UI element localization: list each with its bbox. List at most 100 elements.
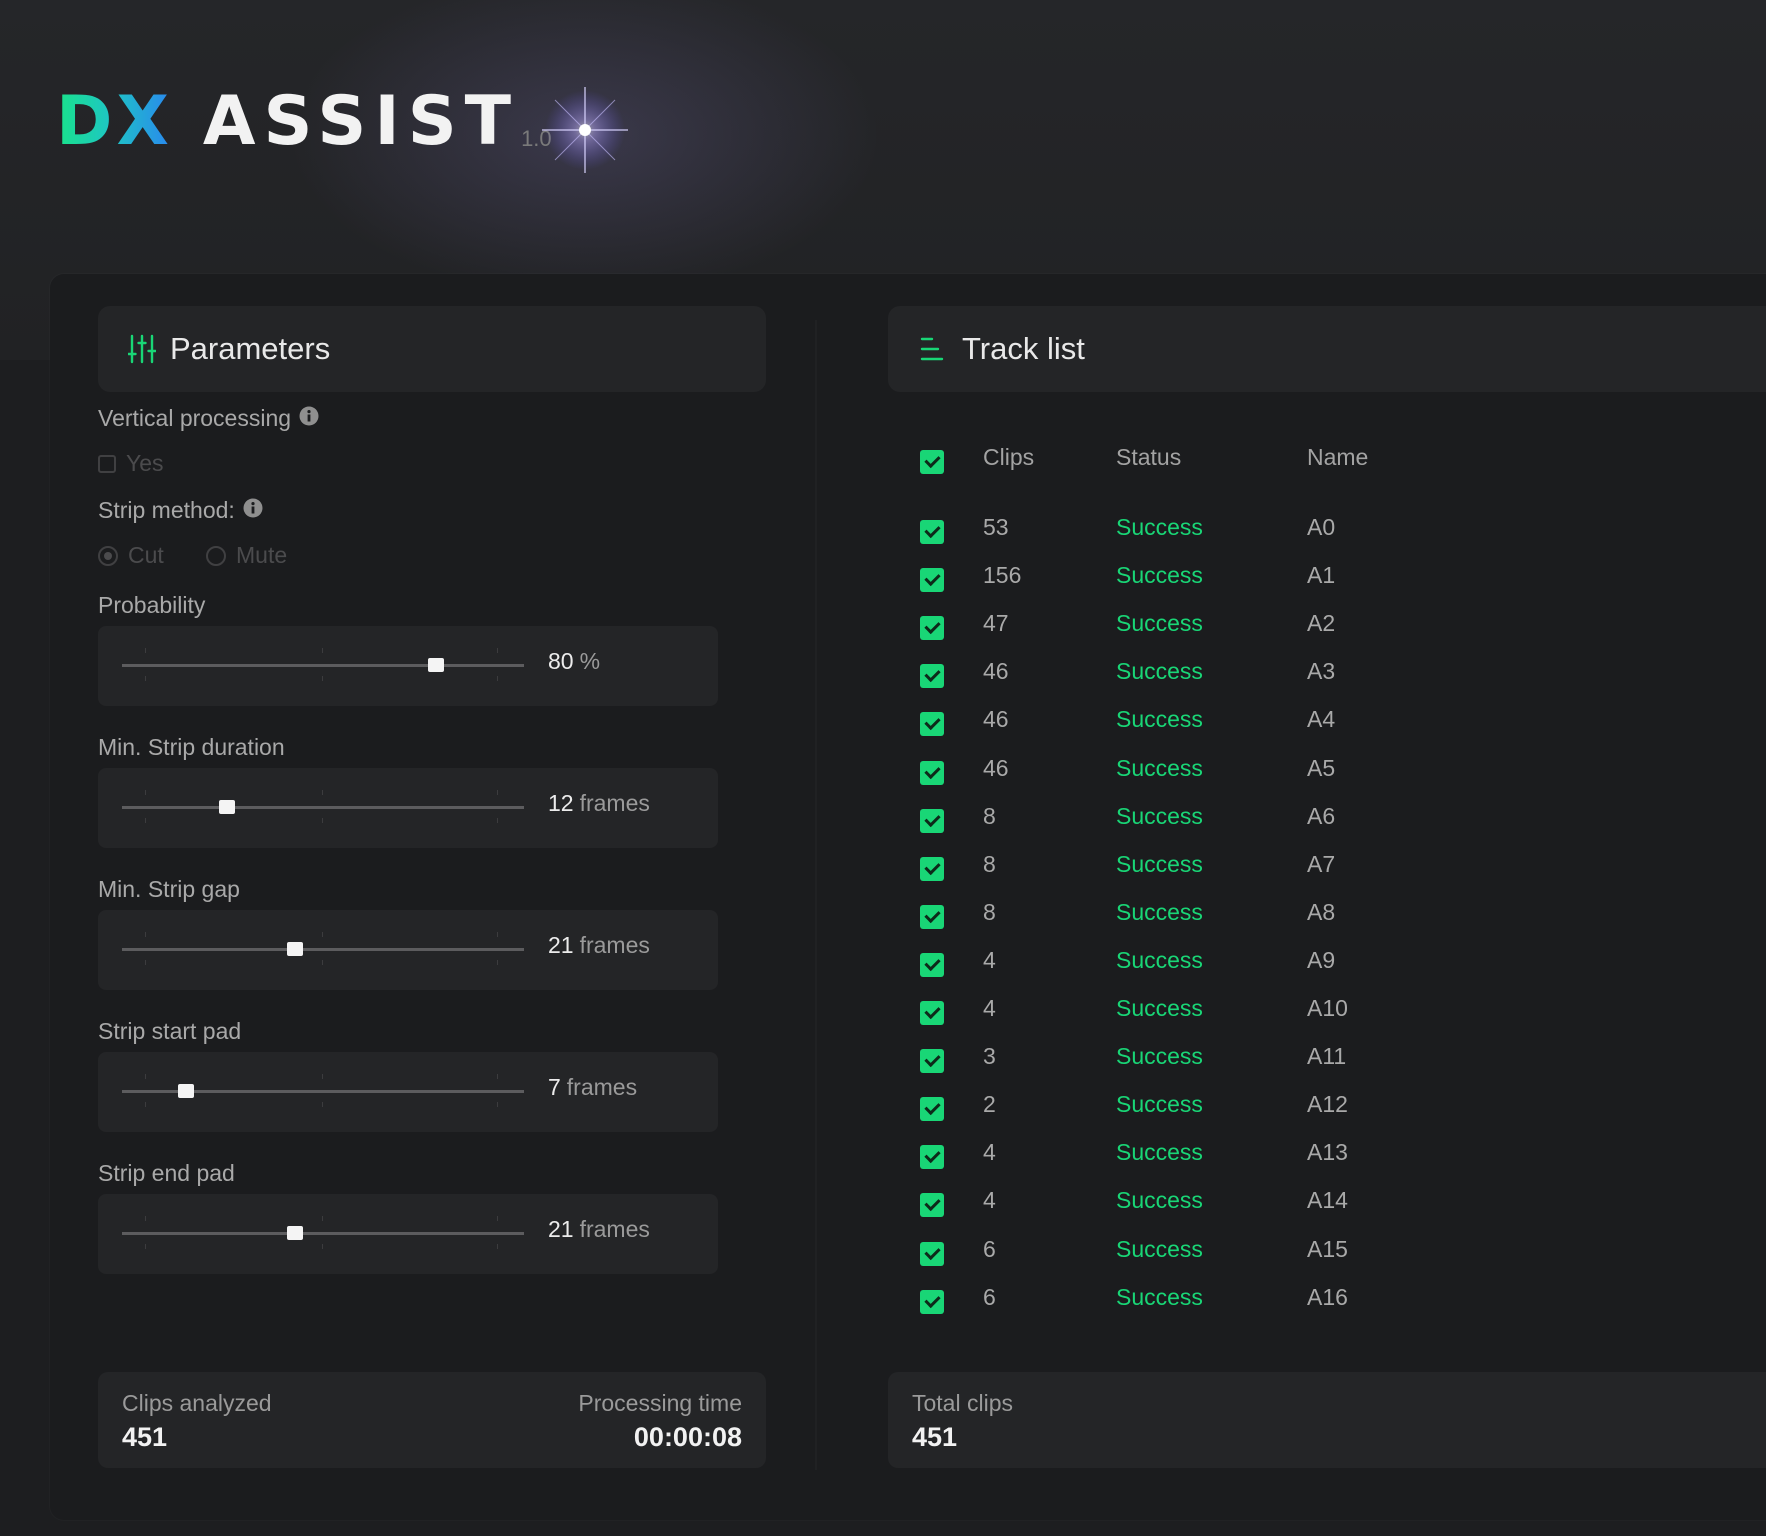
slider-tick xyxy=(322,676,323,681)
cell-name: A12 xyxy=(1307,1091,1348,1117)
cell-clips: 4 xyxy=(983,1139,996,1165)
slider-thumb[interactable] xyxy=(178,1084,195,1098)
row-checkbox[interactable] xyxy=(920,1145,944,1169)
slider-tick xyxy=(145,1102,146,1107)
row-checkbox[interactable] xyxy=(920,1049,944,1073)
slider-label: Strip end pad xyxy=(98,1160,235,1186)
slider-tick xyxy=(497,1244,498,1249)
cell-status: Success xyxy=(1116,562,1203,588)
cell-status: Success xyxy=(1116,1139,1203,1165)
cell-clips: 2 xyxy=(983,1091,996,1117)
parameters-title: Parameters xyxy=(170,331,331,366)
slider-value-number: 21 xyxy=(548,1216,574,1242)
cell-name: A2 xyxy=(1307,610,1336,636)
main-panel xyxy=(50,274,1766,1520)
column-header-name[interactable]: Name xyxy=(1307,444,1368,471)
app-version: 1.0 xyxy=(521,126,552,151)
cell-status: Success xyxy=(1116,514,1203,540)
cell-name: A14 xyxy=(1307,1187,1348,1213)
slider-tick xyxy=(322,1216,323,1221)
slider-tick xyxy=(497,1216,498,1221)
row-checkbox[interactable] xyxy=(920,712,944,736)
column-header-clips[interactable]: Clips xyxy=(983,444,1034,471)
slider-tick xyxy=(322,960,323,965)
slider-tick xyxy=(497,818,498,823)
slider-control: 21 frames xyxy=(98,1194,718,1274)
slider-thumb[interactable] xyxy=(286,1226,303,1240)
slider-tick xyxy=(145,1244,146,1249)
clips-analyzed-value: 451 xyxy=(122,1422,168,1452)
cell-clips: 156 xyxy=(983,562,1022,588)
slider-track[interactable] xyxy=(122,948,524,951)
slider-track[interactable] xyxy=(122,806,524,809)
track-list-title: Track list xyxy=(962,331,1085,366)
info-icon[interactable] xyxy=(299,405,319,432)
cell-name: A3 xyxy=(1307,658,1336,684)
row-checkbox[interactable] xyxy=(920,520,944,544)
slider-value-unit: frames xyxy=(579,1216,650,1242)
row-checkbox[interactable] xyxy=(920,1097,944,1121)
total-clips-box: Total clips 451 xyxy=(888,1372,1766,1468)
vertical-processing-option[interactable]: Yes xyxy=(98,450,164,477)
row-checkbox[interactable] xyxy=(920,953,944,977)
slider-thumb[interactable] xyxy=(286,942,303,956)
slider-thumb[interactable] xyxy=(427,658,444,672)
slider-value-number: 12 xyxy=(548,790,574,816)
slider-value-number: 21 xyxy=(548,932,574,958)
total-clips-value: 451 xyxy=(912,1422,958,1452)
row-checkbox[interactable] xyxy=(920,905,944,929)
strip-method-mute-radio[interactable] xyxy=(206,545,226,566)
cell-clips: 6 xyxy=(983,1236,996,1262)
slider-tick xyxy=(322,1244,323,1249)
slider-tick xyxy=(145,932,146,937)
strip-method-cut-label: Cut xyxy=(128,542,164,568)
slider-thumb[interactable] xyxy=(218,800,235,814)
row-checkbox[interactable] xyxy=(920,568,944,592)
panel-divider xyxy=(815,320,817,1470)
slider-label: Probability xyxy=(98,592,206,618)
row-checkbox[interactable] xyxy=(920,1242,944,1266)
row-checkbox[interactable] xyxy=(920,1290,944,1314)
cell-clips: 53 xyxy=(983,514,1009,540)
vertical-processing-checkbox[interactable] xyxy=(98,454,116,473)
slider-tick xyxy=(497,1074,498,1079)
slider-track[interactable] xyxy=(122,664,524,667)
cell-status: Success xyxy=(1116,947,1203,973)
slider-track[interactable] xyxy=(122,1232,524,1235)
cell-name: A9 xyxy=(1307,947,1336,973)
cell-clips: 46 xyxy=(983,658,1009,684)
select-all-checkbox[interactable] xyxy=(920,450,944,474)
info-icon[interactable] xyxy=(243,497,263,524)
slider-tick xyxy=(322,648,323,653)
row-checkbox[interactable] xyxy=(920,1001,944,1025)
slider-control: 21 frames xyxy=(98,910,718,990)
column-header-status[interactable]: Status xyxy=(1116,444,1181,471)
slider-value-unit: frames xyxy=(579,932,650,958)
slider-value: 12 frames xyxy=(548,790,650,817)
strip-method-cut-radio[interactable] xyxy=(98,545,118,566)
strip-method-mute[interactable]: Mute xyxy=(206,542,287,569)
cell-name: A7 xyxy=(1307,851,1336,877)
cell-clips: 8 xyxy=(983,899,996,925)
strip-method-label: Strip method: xyxy=(98,497,263,524)
parameters-header: Parameters xyxy=(98,306,766,392)
slider-control: 7 frames xyxy=(98,1052,718,1132)
row-checkbox[interactable] xyxy=(920,664,944,688)
processing-time-label: Processing time xyxy=(578,1390,742,1416)
cell-status: Success xyxy=(1116,706,1203,732)
slider-tick xyxy=(145,1216,146,1221)
cell-status: Success xyxy=(1116,610,1203,636)
strip-method-cut[interactable]: Cut xyxy=(98,542,164,569)
clips-analyzed-label: Clips analyzed xyxy=(122,1390,272,1416)
row-checkbox[interactable] xyxy=(920,761,944,785)
slider-tick xyxy=(145,1074,146,1079)
cell-name: A5 xyxy=(1307,755,1336,781)
row-checkbox[interactable] xyxy=(920,616,944,640)
cell-status: Success xyxy=(1116,851,1203,877)
slider-control: 12 frames xyxy=(98,768,718,848)
row-checkbox[interactable] xyxy=(920,1193,944,1217)
analysis-stats: Clips analyzed 451 Processing time 00:00… xyxy=(98,1372,766,1468)
row-checkbox[interactable] xyxy=(920,809,944,833)
cell-clips: 47 xyxy=(983,610,1009,636)
row-checkbox[interactable] xyxy=(920,857,944,881)
